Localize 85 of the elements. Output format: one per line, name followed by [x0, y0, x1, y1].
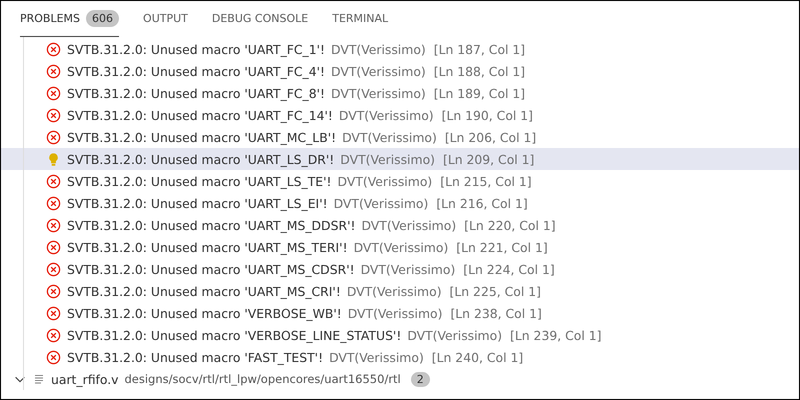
error-icon [46, 218, 61, 232]
error-icon [46, 240, 61, 254]
error-icon [46, 130, 61, 144]
error-icon [46, 306, 61, 320]
problem-row[interactable]: SVTB.31.2.0: Unused macro 'UART_MS_TERI'! DVT(Verissimo) [Ln 221, Col 1] [1, 236, 799, 258]
file-lines-icon [33, 373, 45, 385]
problem-source: DVT(Verissimo) [340, 152, 435, 166]
problem-row[interactable]: SVTB.31.2.0: Unused macro 'UART_MC_LB'! DVT(Verissimo) [Ln 206, Col 1] [1, 126, 799, 148]
problem-message: SVTB.31.2.0: Unused macro 'UART_MS_CRI'! [67, 284, 341, 298]
problem-row[interactable]: SVTB.31.2.0: Unused macro 'UART_FC_4'! DVT(Verissimo) [Ln 188, Col 1] [1, 60, 799, 82]
problem-source: DVT(Verissimo) [331, 64, 426, 78]
problem-source: DVT(Verissimo) [407, 328, 502, 342]
panel-tab[interactable]: PROBLEMS 606 [20, 1, 120, 37]
lightbulb-icon [46, 152, 61, 166]
error-icon [46, 86, 61, 100]
problem-row[interactable]: SVTB.31.2.0: Unused macro 'UART_MS_DDSR'! DVT(Verissimo) [Ln 220, Col 1] [1, 214, 799, 236]
error-icon [46, 196, 61, 210]
problem-row[interactable]: SVTB.31.2.0: Unused macro 'UART_LS_DR'! DVT(Verissimo) [Ln 209, Col 1] [1, 148, 799, 170]
error-icon [46, 284, 61, 298]
error-icon [46, 174, 61, 188]
problem-location: [Ln 220, Col 1] [464, 218, 556, 232]
problem-message: SVTB.31.2.0: Unused macro 'UART_LS_TE'! [67, 174, 332, 188]
error-icon [46, 328, 61, 342]
problem-source: DVT(Verissimo) [329, 350, 424, 364]
problem-message: SVTB.31.2.0: Unused macro 'UART_MC_LB'! [67, 130, 336, 144]
problem-message: SVTB.31.2.0: Unused macro 'UART_FC_4'! [67, 64, 326, 78]
problem-location: [Ln 240, Col 1] [432, 350, 524, 364]
problem-source: DVT(Verissimo) [342, 130, 437, 144]
problem-source: DVT(Verissimo) [334, 196, 428, 210]
problem-row[interactable]: SVTB.31.2.0: Unused macro 'UART_MS_CRI'! DVT(Verissimo) [Ln 225, Col 1] [1, 280, 799, 302]
problem-source: DVT(Verissimo) [338, 108, 434, 122]
problem-message: SVTB.31.2.0: Unused macro 'UART_FC_1'! [67, 42, 326, 56]
problem-location: [Ln 187, Col 1] [434, 42, 526, 56]
problem-location: [Ln 238, Col 1] [450, 306, 542, 320]
problem-location: [Ln 221, Col 1] [456, 240, 548, 254]
problem-message: SVTB.31.2.0: Unused macro 'UART_FC_8'! [67, 86, 326, 100]
problem-source: DVT(Verissimo) [346, 284, 442, 298]
panel-tab[interactable]: TERMINAL [332, 1, 388, 37]
problem-message: SVTB.31.2.0: Unused macro 'UART_MS_CDSR'! [67, 262, 355, 276]
problem-message: SVTB.31.2.0: Unused macro 'UART_LS_DR'! [67, 152, 334, 166]
problem-location: [Ln 189, Col 1] [434, 86, 526, 100]
problem-source: DVT(Verissimo) [331, 86, 426, 100]
problem-source: DVT(Verissimo) [331, 42, 426, 56]
problem-location: [Ln 216, Col 1] [436, 196, 528, 210]
problem-message: SVTB.31.2.0: Unused macro 'VERBOSE_WB'! [67, 306, 342, 320]
problem-message: SVTB.31.2.0: Unused macro 'FAST_TEST'! [67, 350, 324, 364]
error-icon [46, 108, 61, 122]
problem-location: [Ln 188, Col 1] [434, 64, 526, 78]
error-icon [46, 42, 61, 56]
problem-location: [Ln 215, Col 1] [440, 174, 532, 188]
file-problem-count: 2 [410, 372, 430, 386]
problem-row[interactable]: SVTB.31.2.0: Unused macro 'FAST_TEST'! DVT(Verissimo) [Ln 240, Col 1] [1, 346, 799, 368]
file-row[interactable]: uart_rfifo.v designs/socv/rtl/rtl_lpw/opencores/uart16550/rtl 2 [1, 368, 799, 390]
problem-message: SVTB.31.2.0: Unused macro 'VERBOSE_LINE_STATUS'! [67, 328, 402, 342]
file-path: designs/socv/rtl/rtl_lpw/opencores/uart16550/rtl [124, 372, 401, 386]
problem-row[interactable]: SVTB.31.2.0: Unused macro 'UART_FC_1'! DVT(Verissimo) [Ln 187, Col 1] [1, 38, 799, 60]
problem-row[interactable]: SVTB.31.2.0: Unused macro 'VERBOSE_LINE_STATUS'! DVT(Verissimo) [Ln 239, Col 1] [1, 324, 799, 346]
problem-row[interactable]: SVTB.31.2.0: Unused macro 'UART_FC_14'! DVT(Verissimo) [Ln 190, Col 1] [1, 104, 799, 126]
problem-source: DVT(Verissimo) [360, 262, 456, 276]
error-icon [46, 64, 61, 78]
error-icon [46, 350, 61, 364]
file-name: uart_rfifo.v [51, 372, 118, 386]
problem-message: SVTB.31.2.0: Unused macro 'UART_MS_DDSR'! [67, 218, 356, 232]
problem-location: [Ln 190, Col 1] [442, 108, 533, 122]
problem-message: SVTB.31.2.0: Unused macro 'UART_FC_14'! [67, 108, 333, 122]
panel-tab[interactable]: DEBUG CONSOLE [212, 1, 308, 37]
panel-tab[interactable]: OUTPUT [143, 1, 188, 37]
problem-row[interactable]: SVTB.31.2.0: Unused macro 'UART_MS_CDSR'! DVT(Verissimo) [Ln 224, Col 1] [1, 258, 799, 280]
problem-location: [Ln 225, Col 1] [450, 284, 541, 298]
error-icon [46, 262, 61, 276]
problem-source: DVT(Verissimo) [354, 240, 448, 254]
problem-row[interactable]: SVTB.31.2.0: Unused macro 'UART_LS_EI'! DVT(Verissimo) [Ln 216, Col 1] [1, 192, 799, 214]
problem-location: [Ln 224, Col 1] [463, 262, 555, 276]
problem-count: 606 [86, 10, 120, 27]
problem-source: DVT(Verissimo) [338, 174, 432, 188]
problem-row[interactable]: SVTB.31.2.0: Unused macro 'UART_LS_TE'! DVT(Verissimo) [Ln 215, Col 1] [1, 170, 799, 192]
problem-location: [Ln 239, Col 1] [510, 328, 602, 342]
problem-location: [Ln 209, Col 1] [442, 152, 534, 166]
problem-message: SVTB.31.2.0: Unused macro 'UART_MS_TERI'! [67, 240, 348, 254]
problem-source: DVT(Verissimo) [361, 218, 456, 232]
problem-row[interactable]: SVTB.31.2.0: Unused macro 'UART_FC_8'! DVT(Verissimo) [Ln 189, Col 1] [1, 82, 799, 104]
problem-row[interactable]: SVTB.31.2.0: Unused macro 'VERBOSE_WB'! DVT(Verissimo) [Ln 238, Col 1] [1, 302, 799, 324]
problem-location: [Ln 206, Col 1] [444, 130, 536, 144]
problem-message: SVTB.31.2.0: Unused macro 'UART_LS_EI'! [67, 196, 328, 210]
problem-source: DVT(Verissimo) [348, 306, 442, 320]
